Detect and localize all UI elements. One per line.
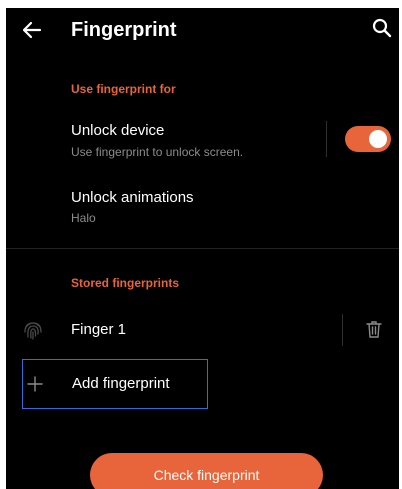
- unlock-animations-subtitle: Halo: [71, 211, 96, 225]
- search-button[interactable]: [371, 17, 393, 39]
- section-divider: [6, 248, 399, 249]
- back-button[interactable]: [20, 18, 44, 42]
- fingerprint-settings-screen: Fingerprint Use fingerprint for Unlock d…: [6, 8, 399, 489]
- add-fingerprint-label: Add fingerprint: [72, 375, 170, 392]
- row-divider: [342, 314, 343, 346]
- fingerprint-icon: [22, 319, 44, 341]
- delete-fingerprint-button[interactable]: [363, 318, 385, 340]
- check-fingerprint-button[interactable]: Check fingerprint: [90, 453, 323, 489]
- app-bar: Fingerprint: [6, 8, 399, 52]
- unlock-animations-row[interactable]: Unlock animations Halo: [6, 180, 399, 236]
- section-header-use-fingerprint: Use fingerprint for: [71, 82, 176, 96]
- fingerprint-name: Finger 1: [71, 321, 127, 338]
- trash-icon: [366, 321, 382, 338]
- section-header-stored-fingerprints: Stored fingerprints: [71, 276, 180, 290]
- plus-icon: [27, 376, 43, 392]
- unlock-device-subtitle: Use fingerprint to unlock screen.: [71, 145, 244, 159]
- toggle-knob: [369, 130, 387, 148]
- unlock-device-toggle[interactable]: [345, 126, 391, 152]
- search-icon: [372, 18, 392, 38]
- arrow-left-icon: [22, 21, 42, 39]
- row-divider: [326, 121, 327, 157]
- unlock-animations-title: Unlock animations: [71, 189, 194, 206]
- fingerprint-row-finger-1[interactable]: Finger 1: [6, 310, 399, 350]
- unlock-device-title: Unlock device: [71, 122, 165, 139]
- page-title: Fingerprint: [71, 19, 177, 41]
- unlock-device-row[interactable]: Unlock device Use fingerprint to unlock …: [6, 111, 399, 171]
- add-fingerprint-button[interactable]: Add fingerprint: [22, 359, 208, 409]
